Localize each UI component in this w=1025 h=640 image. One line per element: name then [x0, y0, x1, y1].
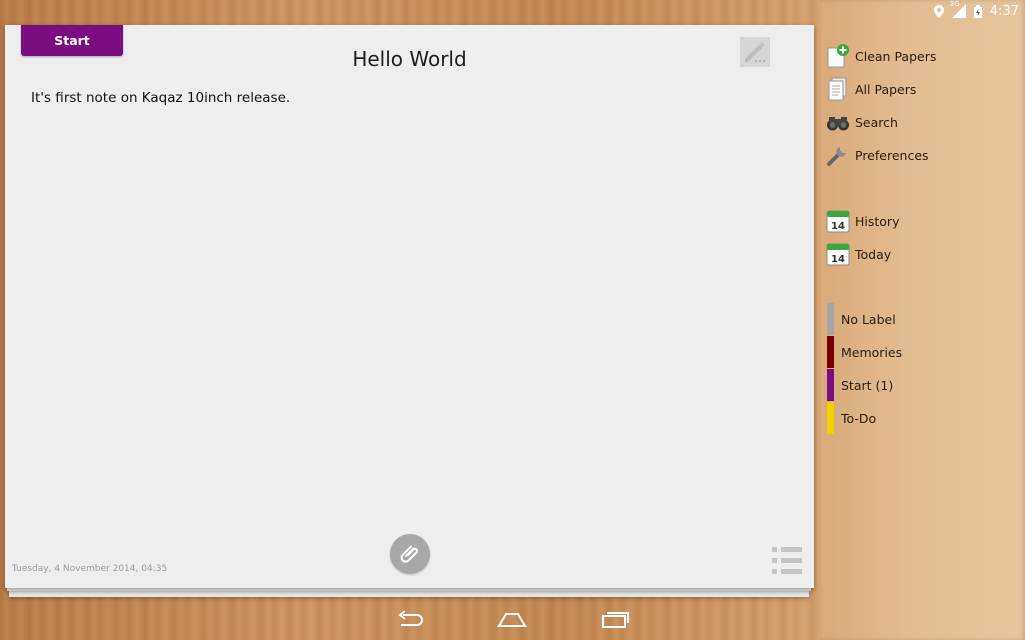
navigation-bar [0, 604, 820, 640]
clean-papers-icon [826, 44, 850, 68]
label-color-bar [827, 369, 834, 401]
label-name: No Label [841, 311, 896, 327]
sidebar-item-clean-papers[interactable]: Clean Papers [826, 41, 936, 71]
recents-icon [600, 610, 630, 634]
label-name: Memories [841, 344, 903, 360]
sidebar-item-label: History [855, 213, 900, 229]
calendar-day: 14 [831, 254, 845, 265]
label-item-no-label[interactable]: No Label [827, 303, 896, 335]
sidebar: Clean Papers All Papers Search Preferenc… [820, 0, 1025, 640]
sidebar-item-label: Today [855, 246, 892, 262]
calendar-day: 14 [831, 221, 845, 232]
recents-button[interactable] [597, 610, 633, 634]
network-type: 3G [949, 0, 960, 8]
sidebar-item-all-papers[interactable]: All Papers [826, 74, 916, 104]
label-item-to-do[interactable]: To-Do [827, 402, 876, 434]
edit-icon[interactable] [740, 37, 770, 67]
label-color-bar [827, 402, 834, 434]
clock: 4:37 [989, 3, 1019, 19]
label-name: To-Do [841, 410, 877, 426]
note-paper[interactable]: Start Hello World It's first note on Kaq… [5, 25, 814, 588]
label-color-bar [827, 336, 834, 368]
label-item-memories[interactable]: Memories [827, 336, 902, 368]
battery-icon [973, 4, 982, 18]
signal-icon: 3G [950, 0, 966, 18]
sidebar-item-history[interactable]: 14 History [826, 206, 899, 236]
sidebar-item-label: Search [855, 114, 898, 130]
paper-body[interactable]: It's first note on Kaqaz 10inch release. [31, 90, 290, 106]
label-color-bar [827, 303, 834, 335]
status-bar: 3G 4:37 [933, 0, 1025, 22]
attach-button[interactable] [390, 534, 430, 574]
paper-title[interactable]: Hello World [5, 47, 814, 71]
home-button[interactable] [494, 610, 530, 634]
calendar-icon: 14 [826, 242, 850, 266]
paper-date: Tuesday, 4 November 2014, 04:35 [12, 564, 168, 574]
home-icon [496, 610, 528, 634]
label-item-start[interactable]: Start (1) [827, 369, 893, 401]
wrench-icon [826, 143, 850, 167]
binoculars-icon [826, 110, 850, 134]
label-name: Start (1) [841, 377, 894, 393]
calendar-icon: 14 [826, 209, 850, 233]
back-button[interactable] [392, 610, 428, 634]
sidebar-item-label: Preferences [855, 147, 929, 163]
sidebar-item-label: Clean Papers [855, 48, 937, 64]
all-papers-icon [826, 77, 850, 101]
location-icon [933, 4, 944, 18]
sidebar-item-today[interactable]: 14 Today [826, 239, 891, 269]
sidebar-item-label: All Papers [855, 81, 917, 97]
sidebar-item-search[interactable]: Search [826, 107, 898, 137]
attach-icon [399, 541, 421, 567]
sidebar-item-preferences[interactable]: Preferences [826, 140, 929, 170]
list-icon[interactable] [772, 547, 802, 575]
back-icon [395, 610, 425, 634]
